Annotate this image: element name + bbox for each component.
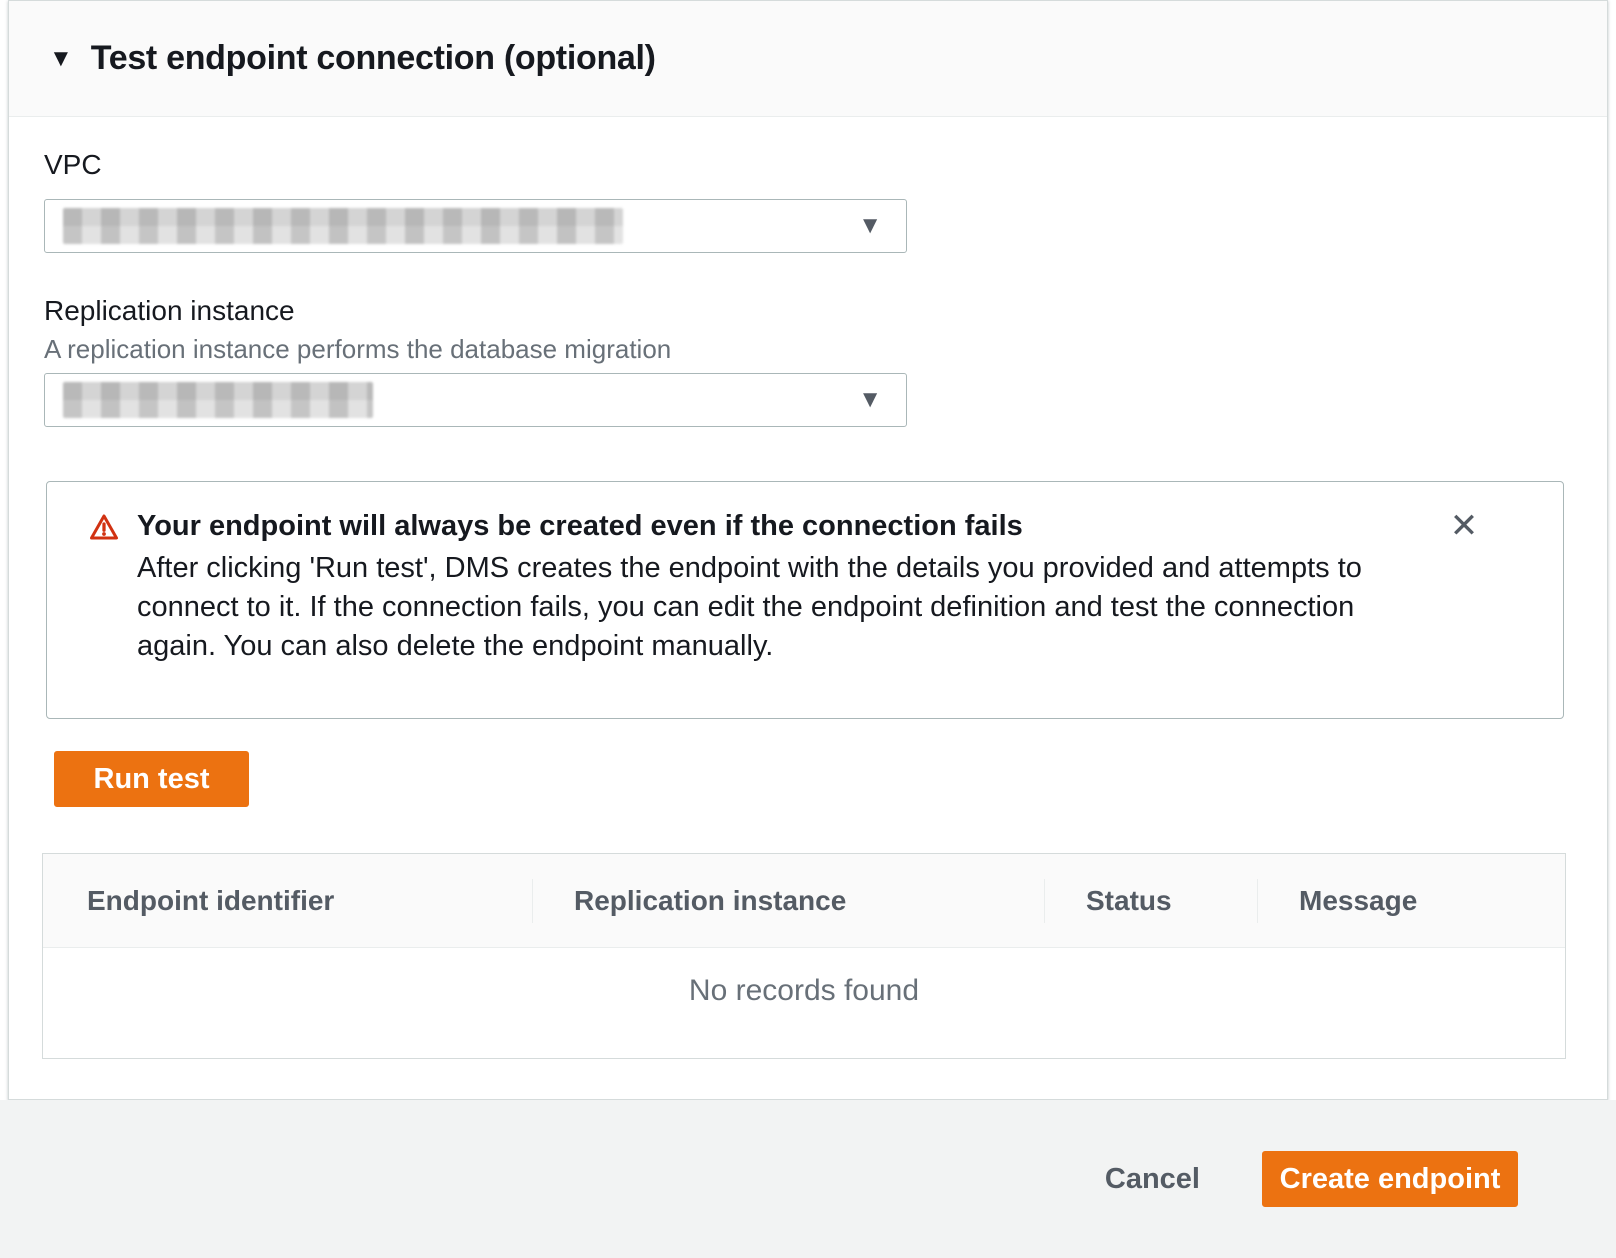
vpc-selected-value-redacted (63, 208, 623, 244)
test-endpoint-section: ▼ Test endpoint connection (optional) VP… (8, 0, 1608, 1100)
run-test-button[interactable]: Run test (54, 751, 249, 807)
column-header-replication-instance[interactable]: Replication instance (532, 854, 1044, 947)
table-header-row: Endpoint identifier Replication instance… (43, 854, 1565, 948)
replication-instance-select[interactable]: ▼ (44, 373, 907, 427)
collapse-caret-icon[interactable]: ▼ (49, 47, 73, 71)
warning-icon (88, 512, 120, 542)
alert-title: Your endpoint will always be created eve… (137, 510, 1023, 543)
test-results-table: Endpoint identifier Replication instance… (42, 853, 1566, 1059)
chevron-down-icon: ▼ (858, 388, 882, 412)
chevron-down-icon: ▼ (858, 214, 882, 238)
replication-instance-label: Replication instance (44, 295, 295, 327)
alert-body: After clicking 'Run test', DMS creates t… (137, 549, 1437, 666)
warning-alert: Your endpoint will always be created eve… (46, 481, 1564, 719)
replication-instance-description: A replication instance performs the data… (44, 334, 671, 365)
column-header-status[interactable]: Status (1044, 854, 1257, 947)
column-divider (1044, 879, 1045, 923)
replication-instance-selected-value-redacted (63, 382, 373, 418)
cancel-button[interactable]: Cancel (1105, 1163, 1200, 1196)
column-header-message[interactable]: Message (1257, 854, 1565, 947)
column-header-endpoint-identifier[interactable]: Endpoint identifier (43, 854, 532, 947)
column-divider (1257, 879, 1258, 923)
create-endpoint-button[interactable]: Create endpoint (1262, 1151, 1518, 1207)
vpc-select[interactable]: ▼ (44, 199, 907, 253)
column-divider (532, 879, 533, 923)
section-title: Test endpoint connection (optional) (91, 39, 656, 78)
table-empty-state: No records found (43, 948, 1565, 1059)
section-header[interactable]: ▼ Test endpoint connection (optional) (9, 1, 1607, 117)
create-endpoint-page: ▼ Test endpoint connection (optional) VP… (0, 0, 1616, 1258)
wizard-footer: Cancel Create endpoint (0, 1100, 1616, 1258)
vpc-label: VPC (44, 149, 102, 181)
close-icon[interactable]: ✕ (1442, 504, 1486, 548)
